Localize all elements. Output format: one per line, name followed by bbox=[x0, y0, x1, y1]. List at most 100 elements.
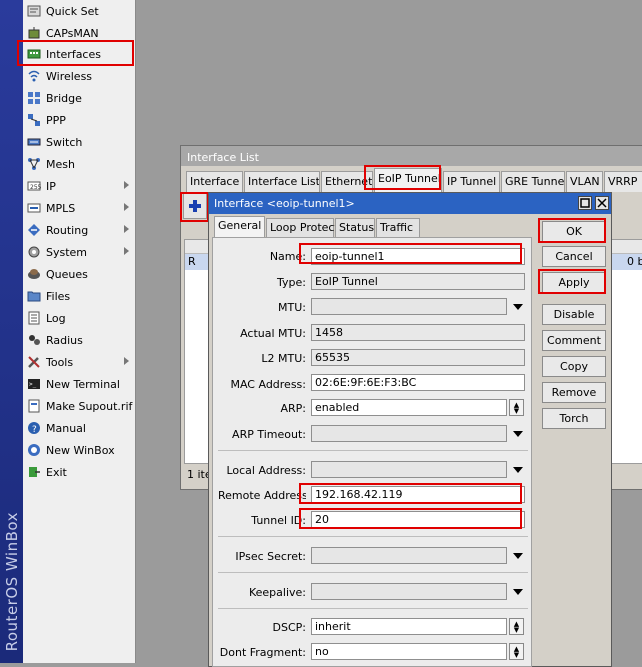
sidebar-item-tools[interactable]: Tools bbox=[23, 351, 136, 373]
ipsec-secret-field[interactable] bbox=[311, 547, 507, 564]
tab-status[interactable]: Status bbox=[335, 218, 375, 237]
arp-label: ARP: bbox=[280, 402, 306, 415]
sidebar-item-label: Tools bbox=[46, 355, 74, 369]
manual-icon: ? bbox=[26, 420, 42, 436]
tab-interface[interactable]: Interface bbox=[186, 171, 243, 192]
tab-vlan[interactable]: VLAN bbox=[566, 171, 603, 192]
tab-eoip-tunnel[interactable]: EoIP Tunnel bbox=[374, 168, 442, 192]
sidebar-item-capsman[interactable]: CAPsMAN bbox=[23, 22, 136, 44]
apply-button[interactable]: Apply bbox=[542, 272, 606, 293]
dscp-select[interactable]: inherit bbox=[311, 618, 507, 635]
dialog-title-text: Interface <eoip-tunnel1> bbox=[214, 197, 355, 210]
tab-loop-protect[interactable]: Loop Protect bbox=[266, 218, 339, 237]
keepalive-field[interactable] bbox=[311, 583, 507, 600]
interface-dialog: Interface <eoip-tunnel1> General Loop Pr… bbox=[208, 192, 612, 667]
sidebar-item-ppp[interactable]: PPP bbox=[23, 109, 136, 131]
mtu-field[interactable] bbox=[311, 298, 507, 315]
sidebar-item-mpls[interactable]: MPLS bbox=[23, 197, 136, 219]
capsman-icon bbox=[26, 25, 42, 41]
comment-button[interactable]: Comment bbox=[542, 330, 606, 351]
mac-address-field[interactable]: 02:6E:9F:6E:F3:BC bbox=[311, 374, 525, 391]
tab-traffic[interactable]: Traffic bbox=[376, 218, 420, 237]
actual-mtu-label: Actual MTU: bbox=[240, 327, 306, 340]
close-icon[interactable] bbox=[595, 196, 609, 210]
name-field[interactable]: eoip-tunnel1 bbox=[311, 248, 525, 265]
row-flag: R bbox=[188, 255, 196, 268]
sidebar-item-new-terminal[interactable]: >_ New Terminal bbox=[23, 373, 136, 395]
tab-gre-tunnel[interactable]: GRE Tunnel bbox=[501, 171, 565, 192]
maximize-icon[interactable] bbox=[578, 196, 592, 210]
sidebar-item-label: Quick Set bbox=[46, 4, 99, 18]
sidebar-item-switch[interactable]: Switch bbox=[23, 131, 136, 153]
ok-button[interactable]: OK bbox=[542, 221, 606, 242]
divider bbox=[218, 572, 528, 573]
arp-dropdown-icon[interactable]: ▲ ▼ bbox=[509, 399, 524, 416]
torch-button[interactable]: Torch bbox=[542, 408, 606, 429]
supout-icon bbox=[26, 398, 42, 414]
tunnel-id-label: Tunnel ID: bbox=[251, 514, 306, 527]
sidebar-item-make-supout[interactable]: Make Supout.rif bbox=[23, 395, 136, 417]
sidebar-item-label: Queues bbox=[46, 267, 88, 281]
sidebar-item-label: Make Supout.rif bbox=[46, 399, 133, 413]
divider bbox=[218, 450, 528, 451]
divider bbox=[218, 608, 528, 609]
interfaces-icon bbox=[26, 46, 42, 62]
sidebar-item-routing[interactable]: Routing bbox=[23, 219, 136, 241]
mesh-icon bbox=[26, 156, 42, 172]
sidebar-item-label: System bbox=[46, 245, 88, 259]
sidebar-item-bridge[interactable]: Bridge bbox=[23, 87, 136, 109]
sidebar-item-manual[interactable]: ? Manual bbox=[23, 417, 136, 439]
sidebar-item-radius[interactable]: Radius bbox=[23, 329, 136, 351]
tab-general[interactable]: General bbox=[214, 216, 265, 237]
remove-button[interactable]: Remove bbox=[542, 382, 606, 403]
routing-icon bbox=[26, 222, 42, 238]
keepalive-dropdown-icon[interactable] bbox=[513, 589, 523, 595]
arp-timeout-field[interactable] bbox=[311, 425, 507, 442]
remote-address-field[interactable]: 192.168.42.119 bbox=[311, 486, 525, 503]
arp-timeout-dropdown-icon[interactable] bbox=[513, 431, 523, 437]
bridge-icon bbox=[26, 90, 42, 106]
files-icon bbox=[26, 288, 42, 304]
sidebar-item-system[interactable]: System bbox=[23, 241, 136, 263]
sidebar-item-label: Log bbox=[46, 311, 66, 325]
exit-icon bbox=[26, 464, 42, 480]
l2mtu-label: L2 MTU: bbox=[261, 352, 306, 365]
mac-label: MAC Address: bbox=[230, 378, 306, 391]
tunnel-id-field[interactable]: 20 bbox=[311, 511, 525, 528]
mpls-icon bbox=[26, 200, 42, 216]
sidebar-item-label: Manual bbox=[46, 421, 86, 435]
sidebar-item-interfaces[interactable]: Interfaces bbox=[23, 43, 136, 65]
disable-button[interactable]: Disable bbox=[542, 304, 606, 325]
arp-select[interactable]: enabled bbox=[311, 399, 507, 416]
tab-vrrp[interactable]: VRRP bbox=[604, 171, 642, 192]
dscp-dropdown-icon[interactable]: ▲ ▼ bbox=[509, 618, 524, 635]
dont-fragment-select[interactable]: no bbox=[311, 643, 507, 660]
add-button[interactable] bbox=[183, 193, 207, 219]
sidebar-item-exit[interactable]: Exit bbox=[23, 461, 136, 483]
sidebar-item-mesh[interactable]: Mesh bbox=[23, 153, 136, 175]
mtu-label: MTU: bbox=[278, 301, 306, 314]
sidebar-item-label: Interfaces bbox=[46, 47, 101, 61]
submenu-arrow-icon bbox=[124, 357, 129, 365]
sidebar-item-new-winbox[interactable]: New WinBox bbox=[23, 439, 136, 461]
tab-ip-tunnel[interactable]: IP Tunnel bbox=[443, 171, 500, 192]
ppp-icon bbox=[26, 112, 42, 128]
submenu-arrow-icon bbox=[124, 247, 129, 255]
tab-ethernet[interactable]: Ethernet bbox=[321, 171, 373, 192]
local-address-field[interactable] bbox=[311, 461, 507, 478]
type-label: Type: bbox=[277, 276, 306, 289]
sidebar-item-ip[interactable]: 255 IP bbox=[23, 175, 136, 197]
local-address-dropdown-icon[interactable] bbox=[513, 467, 523, 473]
sidebar-item-log[interactable]: Log bbox=[23, 307, 136, 329]
mtu-dropdown-icon[interactable] bbox=[513, 304, 523, 310]
copy-button[interactable]: Copy bbox=[542, 356, 606, 377]
ipsec-secret-dropdown-icon[interactable] bbox=[513, 553, 523, 559]
cancel-button[interactable]: Cancel bbox=[542, 246, 606, 267]
tab-interface-list[interactable]: Interface List bbox=[244, 171, 320, 192]
sidebar-item-files[interactable]: Files bbox=[23, 285, 136, 307]
dont-fragment-dropdown-icon[interactable]: ▲ ▼ bbox=[509, 643, 524, 660]
sidebar-item-queues[interactable]: Queues bbox=[23, 263, 136, 285]
ipsec-secret-label: IPsec Secret: bbox=[235, 550, 306, 563]
sidebar-item-quick-set[interactable]: Quick Set bbox=[23, 0, 136, 22]
sidebar-item-wireless[interactable]: Wireless bbox=[23, 65, 136, 87]
